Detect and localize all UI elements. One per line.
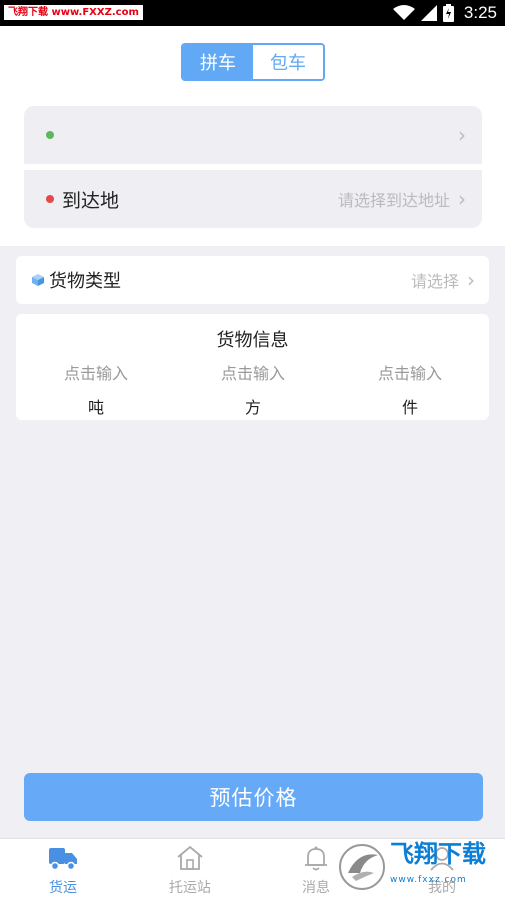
watermark-logo-text: 飞翔下载 www.fxxz.com bbox=[390, 842, 486, 892]
signal-icon bbox=[420, 5, 437, 21]
top-bar: 拼车 包车 bbox=[0, 26, 505, 100]
pieces-field[interactable]: 点击输入 件 bbox=[350, 360, 470, 418]
weight-input[interactable]: 点击输入 bbox=[36, 360, 156, 384]
goods-info-card: 货物信息 点击输入 吨 点击输入 方 点击输入 件 bbox=[16, 314, 489, 420]
goods-type-label: 货物类型 bbox=[49, 271, 121, 292]
status-icons: 3:25 bbox=[392, 0, 497, 26]
bird-logo-icon bbox=[339, 844, 385, 890]
watermark-logo-title: 飞翔下载 bbox=[390, 840, 486, 868]
origin-address-row[interactable]: › bbox=[24, 106, 482, 164]
origin-dot-icon bbox=[46, 131, 54, 139]
chevron-right-icon: › bbox=[458, 187, 466, 211]
destination-dot-icon bbox=[46, 195, 54, 203]
chevron-right-icon: › bbox=[458, 123, 466, 147]
tab-freight[interactable]: 货运 bbox=[23, 845, 103, 897]
tab-station[interactable]: 托运站 bbox=[150, 845, 230, 897]
watermark-label: 飞翔下载 www.FXXZ.com bbox=[4, 5, 143, 20]
destination-hint: 请选择到达地址 bbox=[337, 191, 450, 210]
pieces-unit: 件 bbox=[401, 398, 418, 417]
watermark-logo-subtitle: www.fxxz.com bbox=[390, 875, 467, 885]
volume-field[interactable]: 点击输入 方 bbox=[193, 360, 313, 418]
status-bar: 飞翔下载 www.FXXZ.com 3:25 bbox=[0, 0, 505, 26]
truck-icon bbox=[49, 848, 77, 871]
goods-type-hint: 请选择 bbox=[410, 272, 459, 291]
weight-field[interactable]: 点击输入 吨 bbox=[36, 360, 156, 418]
volume-unit: 方 bbox=[244, 398, 261, 417]
watermark-logo: 飞翔下载 www.fxxz.com bbox=[338, 841, 496, 893]
destination-address-row[interactable]: 到达地 请选择到达地址 › bbox=[24, 170, 482, 228]
wifi-icon bbox=[392, 5, 415, 20]
cube-icon bbox=[32, 274, 44, 286]
weight-unit: 吨 bbox=[87, 398, 104, 417]
home-icon bbox=[177, 845, 203, 870]
volume-input[interactable]: 点击输入 bbox=[193, 360, 313, 384]
tab-freight-label: 货运 bbox=[49, 880, 77, 896]
tab-station-label: 托运站 bbox=[169, 880, 211, 896]
tab-carpool[interactable]: 拼车 bbox=[183, 45, 253, 79]
goods-type-row[interactable]: 货物类型 请选择 › bbox=[16, 256, 489, 304]
chevron-right-icon: › bbox=[467, 268, 475, 292]
address-section: › 到达地 请选择到达地址 › bbox=[0, 100, 505, 246]
battery-icon bbox=[442, 4, 454, 22]
estimate-price-button[interactable]: 预估价格 bbox=[24, 773, 483, 821]
pieces-input[interactable]: 点击输入 bbox=[350, 360, 470, 384]
goods-info-title: 货物信息 bbox=[216, 330, 289, 351]
service-type-toggle: 拼车 包车 bbox=[181, 43, 325, 81]
destination-label: 到达地 bbox=[62, 189, 120, 212]
bell-icon bbox=[305, 846, 327, 871]
status-time: 3:25 bbox=[463, 3, 497, 22]
tab-charter[interactable]: 包车 bbox=[253, 45, 323, 79]
